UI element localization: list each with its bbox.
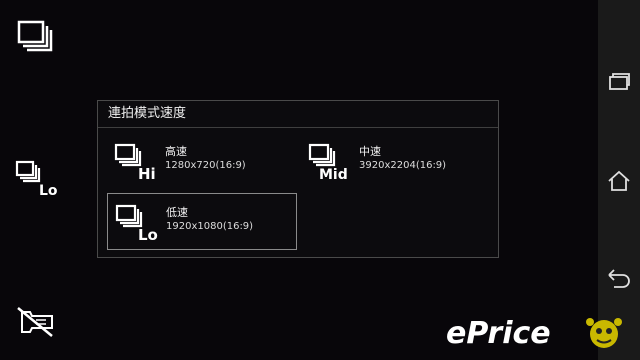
burst-mode-button[interactable] <box>14 18 58 58</box>
dialog-title: 連拍模式速度 <box>98 101 498 128</box>
flash-button[interactable] <box>14 302 58 342</box>
svg-text:Mid: Mid <box>319 167 348 181</box>
watermark-text: ePrice <box>446 316 551 351</box>
option-label: 低速 <box>166 206 188 219</box>
back-button[interactable] <box>604 265 634 295</box>
option-label: 中速 <box>359 145 381 158</box>
speed-badge: Lo <box>39 183 58 198</box>
option-resolution: 1280x720(16:9) <box>165 160 246 171</box>
option-resolution: 1920x1080(16:9) <box>166 221 254 232</box>
home-button[interactable] <box>604 166 634 196</box>
burst-speed-button[interactable]: Lo <box>14 158 58 199</box>
burst-mode-icon <box>17 20 53 52</box>
burst-high-speed-icon: Hi <box>113 141 161 183</box>
back-icon <box>608 269 630 288</box>
option-high-speed[interactable]: Hi 高速 1280x720(16:9) <box>113 141 303 187</box>
option-resolution: 3920x2204(16:9) <box>359 160 447 171</box>
burst-mid-speed-icon: Mid <box>307 141 355 183</box>
svg-text:Hi: Hi <box>138 165 156 181</box>
flash-off-icon <box>17 307 53 337</box>
option-mid-speed[interactable]: Mid 中速 3920x2204(16:9) <box>307 141 497 187</box>
option-low-speed[interactable]: Lo 低速 1920x1080(16:9) <box>107 193 297 250</box>
burst-low-speed-icon: Lo <box>114 202 162 244</box>
home-icon <box>608 170 630 191</box>
eprice-mascot-logo <box>586 318 622 348</box>
option-label: 高速 <box>165 145 187 158</box>
burst-speed-dialog: 連拍模式速度 Hi 高速 1280x720(16:9) Mid 中速 3920x… <box>97 100 499 258</box>
navigation-bar <box>598 0 640 360</box>
recent-apps-icon <box>609 73 630 90</box>
recent-apps-button[interactable] <box>604 67 634 97</box>
burst-low-speed-icon: Lo <box>15 160 58 199</box>
svg-text:Lo: Lo <box>138 226 158 242</box>
